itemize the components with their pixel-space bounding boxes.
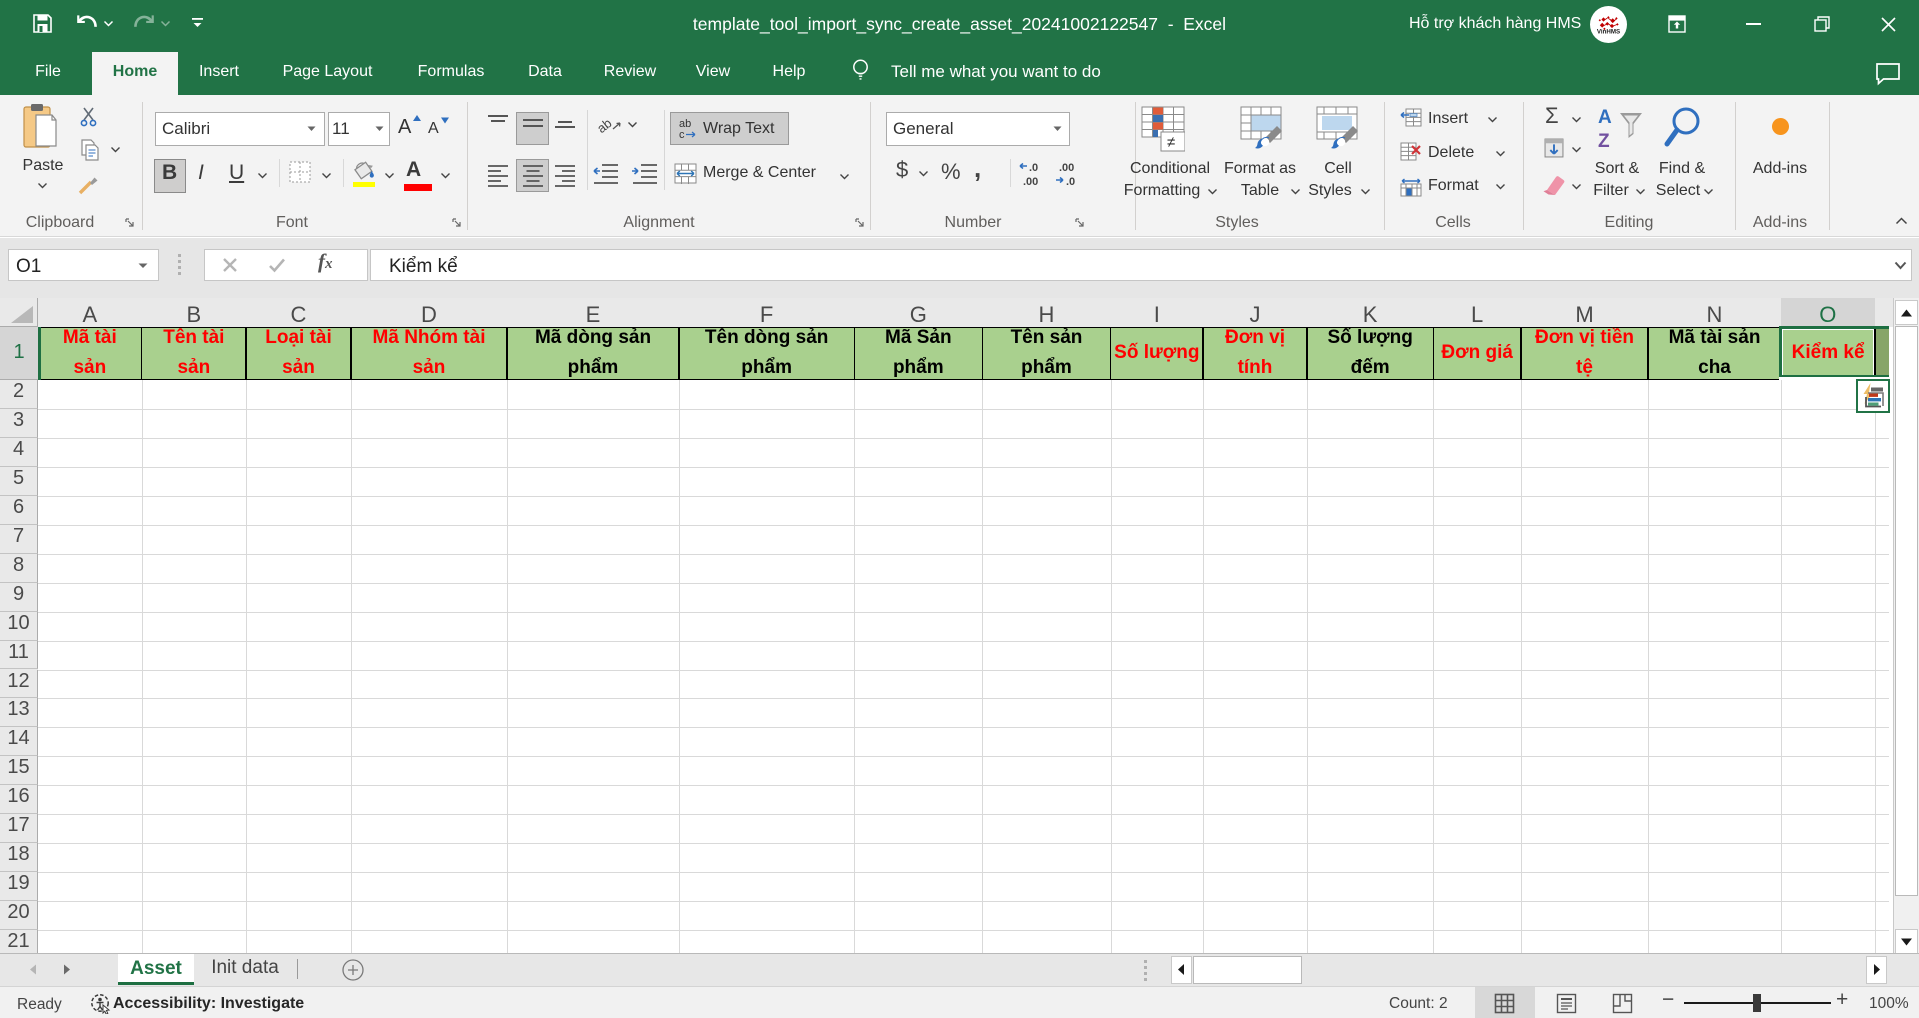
svg-text:ab: ab [597, 115, 615, 136]
svg-text:.0: .0 [1029, 162, 1038, 174]
svg-text:c: c [679, 129, 685, 141]
svg-text:.00: .00 [1023, 176, 1038, 187]
svg-text:VinHMS: VinHMS [1597, 29, 1620, 36]
svg-text:.0: .0 [1066, 176, 1075, 187]
svg-text:A: A [1598, 107, 1612, 128]
svg-text:.00: .00 [1059, 162, 1074, 174]
svg-text:≠: ≠ [1167, 134, 1175, 151]
svg-text:Z: Z [1598, 131, 1610, 152]
